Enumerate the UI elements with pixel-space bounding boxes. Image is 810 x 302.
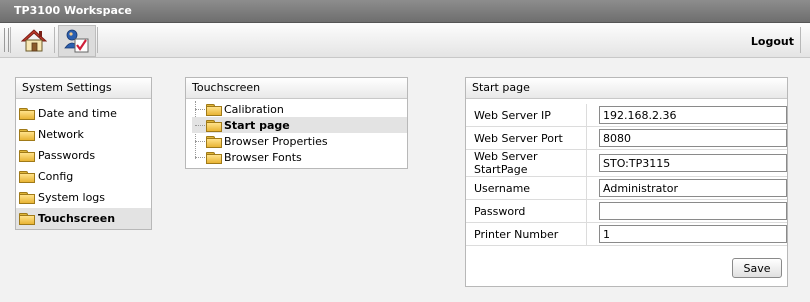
sidebar-item-label: Touchscreen [38, 212, 116, 225]
folder-icon [206, 135, 222, 148]
tree-item-start-page[interactable]: Start page [192, 117, 407, 133]
folder-icon [206, 103, 222, 116]
web-server-ip-label: Web Server IP [466, 104, 587, 127]
app-title: TP3100 Workspace [14, 4, 132, 17]
sidebar-item-config[interactable]: Config [16, 166, 151, 187]
folder-icon [19, 192, 35, 204]
start-page-panel: Start page Web Server IP Web Server Port… [465, 77, 788, 287]
folder-icon [19, 213, 35, 225]
touchscreen-title: Touchscreen [186, 78, 407, 99]
title-bar: TP3100 Workspace [0, 0, 810, 23]
folder-icon [206, 119, 222, 132]
toolbar-separator [10, 27, 11, 53]
tree-item-label: Browser Fonts [224, 150, 302, 164]
home-button[interactable] [16, 25, 52, 55]
folder-icon [19, 150, 35, 162]
sidebar-item-network[interactable]: Network [16, 124, 151, 145]
sidebar-item-label: Date and time [38, 107, 117, 120]
toolbar-separator [54, 27, 55, 53]
web-server-startpage-label: Web Server StartPage [466, 149, 587, 177]
tree-item-browser-fonts[interactable]: Browser Fonts [192, 149, 407, 165]
web-server-port-field[interactable] [599, 129, 787, 147]
user-settings-icon [64, 29, 89, 53]
web-server-ip-field[interactable] [599, 106, 787, 124]
form-row: Password [466, 199, 787, 223]
toolbar-separator [97, 27, 98, 53]
form-row: Web Server IP [466, 104, 787, 127]
username-label: Username [466, 176, 587, 200]
sidebar-item-system-logs[interactable]: System logs [16, 187, 151, 208]
sidebar-item-label: Passwords [38, 149, 96, 162]
folder-icon [19, 171, 35, 183]
sidebar-item-passwords[interactable]: Passwords [16, 145, 151, 166]
start-page-title: Start page [466, 78, 787, 99]
form-row: Web Server StartPage [466, 149, 787, 177]
sidebar-item-label: Config [38, 170, 74, 183]
printer-number-field[interactable] [599, 225, 787, 243]
toolbar-separator [800, 27, 801, 53]
toolbar: Logout [0, 23, 810, 58]
logout-link[interactable]: Logout [751, 35, 794, 48]
toolbar-grip [4, 28, 9, 52]
sidebar-item-touchscreen[interactable]: Touchscreen [16, 208, 151, 229]
folder-icon [19, 129, 35, 141]
system-settings-title: System Settings [16, 78, 151, 99]
save-button[interactable]: Save [732, 258, 782, 278]
tree-item-calibration[interactable]: Calibration [192, 101, 407, 117]
web-server-port-label: Web Server Port [466, 126, 587, 150]
form-row: Printer Number [466, 222, 787, 246]
username-field[interactable] [599, 179, 787, 197]
tree-item-browser-properties[interactable]: Browser Properties [192, 133, 407, 149]
start-page-form: Web Server IP Web Server Port Web Server… [466, 104, 787, 246]
tree-item-label: Browser Properties [224, 134, 328, 148]
user-settings-button[interactable] [58, 25, 96, 57]
web-server-startpage-field[interactable] [599, 154, 787, 172]
sidebar-item-label: System logs [38, 191, 106, 204]
touchscreen-panel: Touchscreen Calibration Start page Brows… [185, 77, 408, 169]
form-row: Username [466, 176, 787, 200]
tree-item-label: Start page [224, 118, 290, 132]
tree-item-label: Calibration [224, 102, 284, 116]
sidebar-item-label: Network [38, 128, 84, 141]
password-field[interactable] [599, 202, 787, 220]
home-icon [21, 29, 47, 52]
folder-icon [19, 108, 35, 120]
system-settings-panel: System Settings Date and time Network Pa… [15, 77, 152, 230]
system-settings-list: Date and time Network Passwords Config S… [16, 99, 151, 229]
printer-number-label: Printer Number [466, 222, 587, 246]
form-row: Web Server Port [466, 126, 787, 150]
password-label: Password [466, 199, 587, 223]
touchscreen-tree: Calibration Start page Browser Propertie… [186, 99, 407, 165]
folder-icon [206, 151, 222, 164]
sidebar-item-date-and-time[interactable]: Date and time [16, 103, 151, 124]
